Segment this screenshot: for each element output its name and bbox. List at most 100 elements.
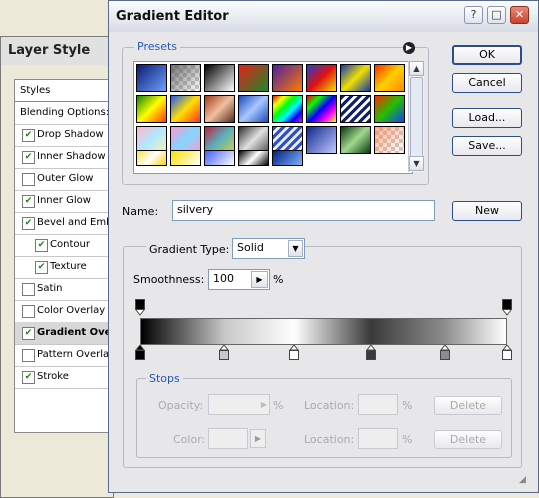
gradient-bar[interactable] <box>140 318 507 345</box>
color-stop[interactable] <box>289 344 300 360</box>
load-button[interactable]: Load... <box>452 108 522 128</box>
presets-grid <box>133 61 413 174</box>
opacity-field[interactable]: ▶ <box>208 394 270 415</box>
preset-swatch[interactable] <box>170 64 201 92</box>
preset-swatch[interactable] <box>170 95 201 123</box>
style-checkbox[interactable]: ✔ <box>22 151 35 164</box>
name-field[interactable]: silvery <box>172 200 435 221</box>
style-item-inner-glow[interactable]: ✔ Inner Glow <box>15 190 114 213</box>
arrow-right-circle-icon[interactable]: ▶ <box>403 42 415 54</box>
style-item-drop-shadow[interactable]: ✔ Drop Shadow <box>15 124 114 147</box>
preset-swatch[interactable] <box>374 150 405 166</box>
preset-swatch[interactable] <box>306 64 337 92</box>
maximize-icon: □ <box>491 8 502 21</box>
style-item-outer-glow[interactable]: Outer Glow <box>15 168 114 191</box>
resize-grip-icon[interactable]: ◢ <box>519 475 533 489</box>
color-delete-button[interactable]: Delete <box>434 430 502 449</box>
smoothness-value: 100 <box>213 272 234 285</box>
styles-list: Blending Options: D ✔ Drop Shadow ✔ Inner Sh… <box>14 101 115 433</box>
preset-swatch[interactable] <box>170 150 201 166</box>
style-checkbox[interactable]: ✔ <box>35 261 48 274</box>
layer-style-window: Layer Style Styles Blending Options: D ✔ D… <box>0 36 115 498</box>
opacity-location-unit: % <box>402 399 413 412</box>
color-stop[interactable] <box>439 344 450 360</box>
new-button[interactable]: New <box>452 201 522 221</box>
style-checkbox[interactable] <box>22 349 35 362</box>
preset-swatch[interactable] <box>340 150 371 166</box>
style-item-contour[interactable]: ✔ Contour <box>15 234 114 257</box>
close-button[interactable]: ✕ <box>510 6 529 24</box>
preset-swatch[interactable] <box>306 95 337 123</box>
gradient-type-value: Solid <box>237 241 264 254</box>
preset-swatch[interactable] <box>374 95 405 123</box>
style-checkbox[interactable] <box>22 283 35 296</box>
stops-label: Stops <box>146 372 183 385</box>
ok-button[interactable]: OK <box>452 45 522 65</box>
color-stop[interactable] <box>501 344 513 360</box>
preset-swatch[interactable] <box>204 150 235 166</box>
maximize-button[interactable]: □ <box>487 6 506 24</box>
save-button[interactable]: Save... <box>452 136 522 156</box>
style-item-bevel-and-embo[interactable]: ✔ Bevel and Embo <box>15 212 114 235</box>
color-stop[interactable] <box>366 344 377 360</box>
preset-swatch[interactable] <box>204 64 235 92</box>
style-item-label: Drop Shadow <box>37 129 104 140</box>
style-item-gradient-overl[interactable]: ✔ Gradient Overl <box>15 322 114 345</box>
style-item-label: Bevel and Embo <box>37 217 114 228</box>
preset-swatch[interactable] <box>272 64 303 92</box>
chevron-down-icon[interactable]: ▼ <box>288 240 303 257</box>
color-menu-arrow-icon[interactable]: ▶ <box>250 429 266 448</box>
style-item-texture[interactable]: ✔ Texture <box>15 256 114 279</box>
preset-swatch[interactable] <box>306 150 337 166</box>
style-item-stroke[interactable]: ✔ Stroke <box>15 366 114 389</box>
presets-scrollbar[interactable]: ▲ ▼ <box>408 61 424 172</box>
style-checkbox[interactable]: ✔ <box>22 129 35 142</box>
opacity-unit: % <box>273 399 284 412</box>
preset-swatch[interactable] <box>272 150 303 166</box>
scroll-up-icon[interactable]: ▲ <box>409 61 424 76</box>
opacity-label: Opacity: <box>158 399 204 412</box>
preset-swatch[interactable] <box>238 95 269 123</box>
style-checkbox[interactable] <box>22 305 35 318</box>
scroll-thumb[interactable] <box>410 77 423 158</box>
smoothness-slider-arrow-icon[interactable]: ▶ <box>251 271 268 288</box>
scroll-down-icon[interactable]: ▼ <box>409 156 424 171</box>
preset-swatch[interactable] <box>238 64 269 92</box>
opacity-stop[interactable] <box>502 299 512 316</box>
style-checkbox[interactable]: ✔ <box>22 217 35 230</box>
preset-swatch[interactable] <box>136 150 167 166</box>
style-item-blending-options-d[interactable]: Blending Options: D <box>15 102 114 125</box>
preset-swatch[interactable] <box>136 64 167 92</box>
color-stop[interactable] <box>134 344 146 360</box>
opacity-arrow-icon[interactable]: ▶ <box>261 396 267 413</box>
preset-swatch[interactable] <box>340 64 371 92</box>
style-item-label: Inner Glow <box>37 195 91 206</box>
cancel-button[interactable]: Cancel <box>452 73 522 93</box>
preset-swatch[interactable] <box>374 64 405 92</box>
opacity-location-field[interactable] <box>358 394 398 415</box>
preset-swatch[interactable] <box>340 95 371 123</box>
help-button[interactable]: ? <box>464 6 483 24</box>
preset-swatch[interactable] <box>204 95 235 123</box>
style-item-color-overlay[interactable]: Color Overlay <box>15 300 114 323</box>
style-checkbox[interactable]: ✔ <box>22 327 35 340</box>
opacity-stop[interactable] <box>135 299 145 316</box>
style-checkbox[interactable]: ✔ <box>35 239 48 252</box>
style-item-label: Satin <box>37 283 63 294</box>
preset-swatch[interactable] <box>136 95 167 123</box>
style-item-inner-shadow[interactable]: ✔ Inner Shadow <box>15 146 114 169</box>
preset-swatch[interactable] <box>272 95 303 123</box>
style-checkbox[interactable] <box>22 173 35 186</box>
gradient-type-select[interactable]: Solid ▼ <box>232 238 305 259</box>
smoothness-field[interactable]: 100 ▶ <box>208 269 270 290</box>
color-location-field[interactable] <box>358 428 398 449</box>
style-item-satin[interactable]: Satin <box>15 278 114 301</box>
help-icon: ? <box>470 8 477 21</box>
style-checkbox[interactable]: ✔ <box>22 195 35 208</box>
style-checkbox[interactable]: ✔ <box>22 371 35 384</box>
color-stop[interactable] <box>219 344 230 360</box>
preset-swatch[interactable] <box>238 150 269 166</box>
style-item-pattern-overlay[interactable]: Pattern Overlay <box>15 344 114 367</box>
color-swatch-field[interactable] <box>208 428 248 449</box>
opacity-delete-button[interactable]: Delete <box>434 396 502 415</box>
